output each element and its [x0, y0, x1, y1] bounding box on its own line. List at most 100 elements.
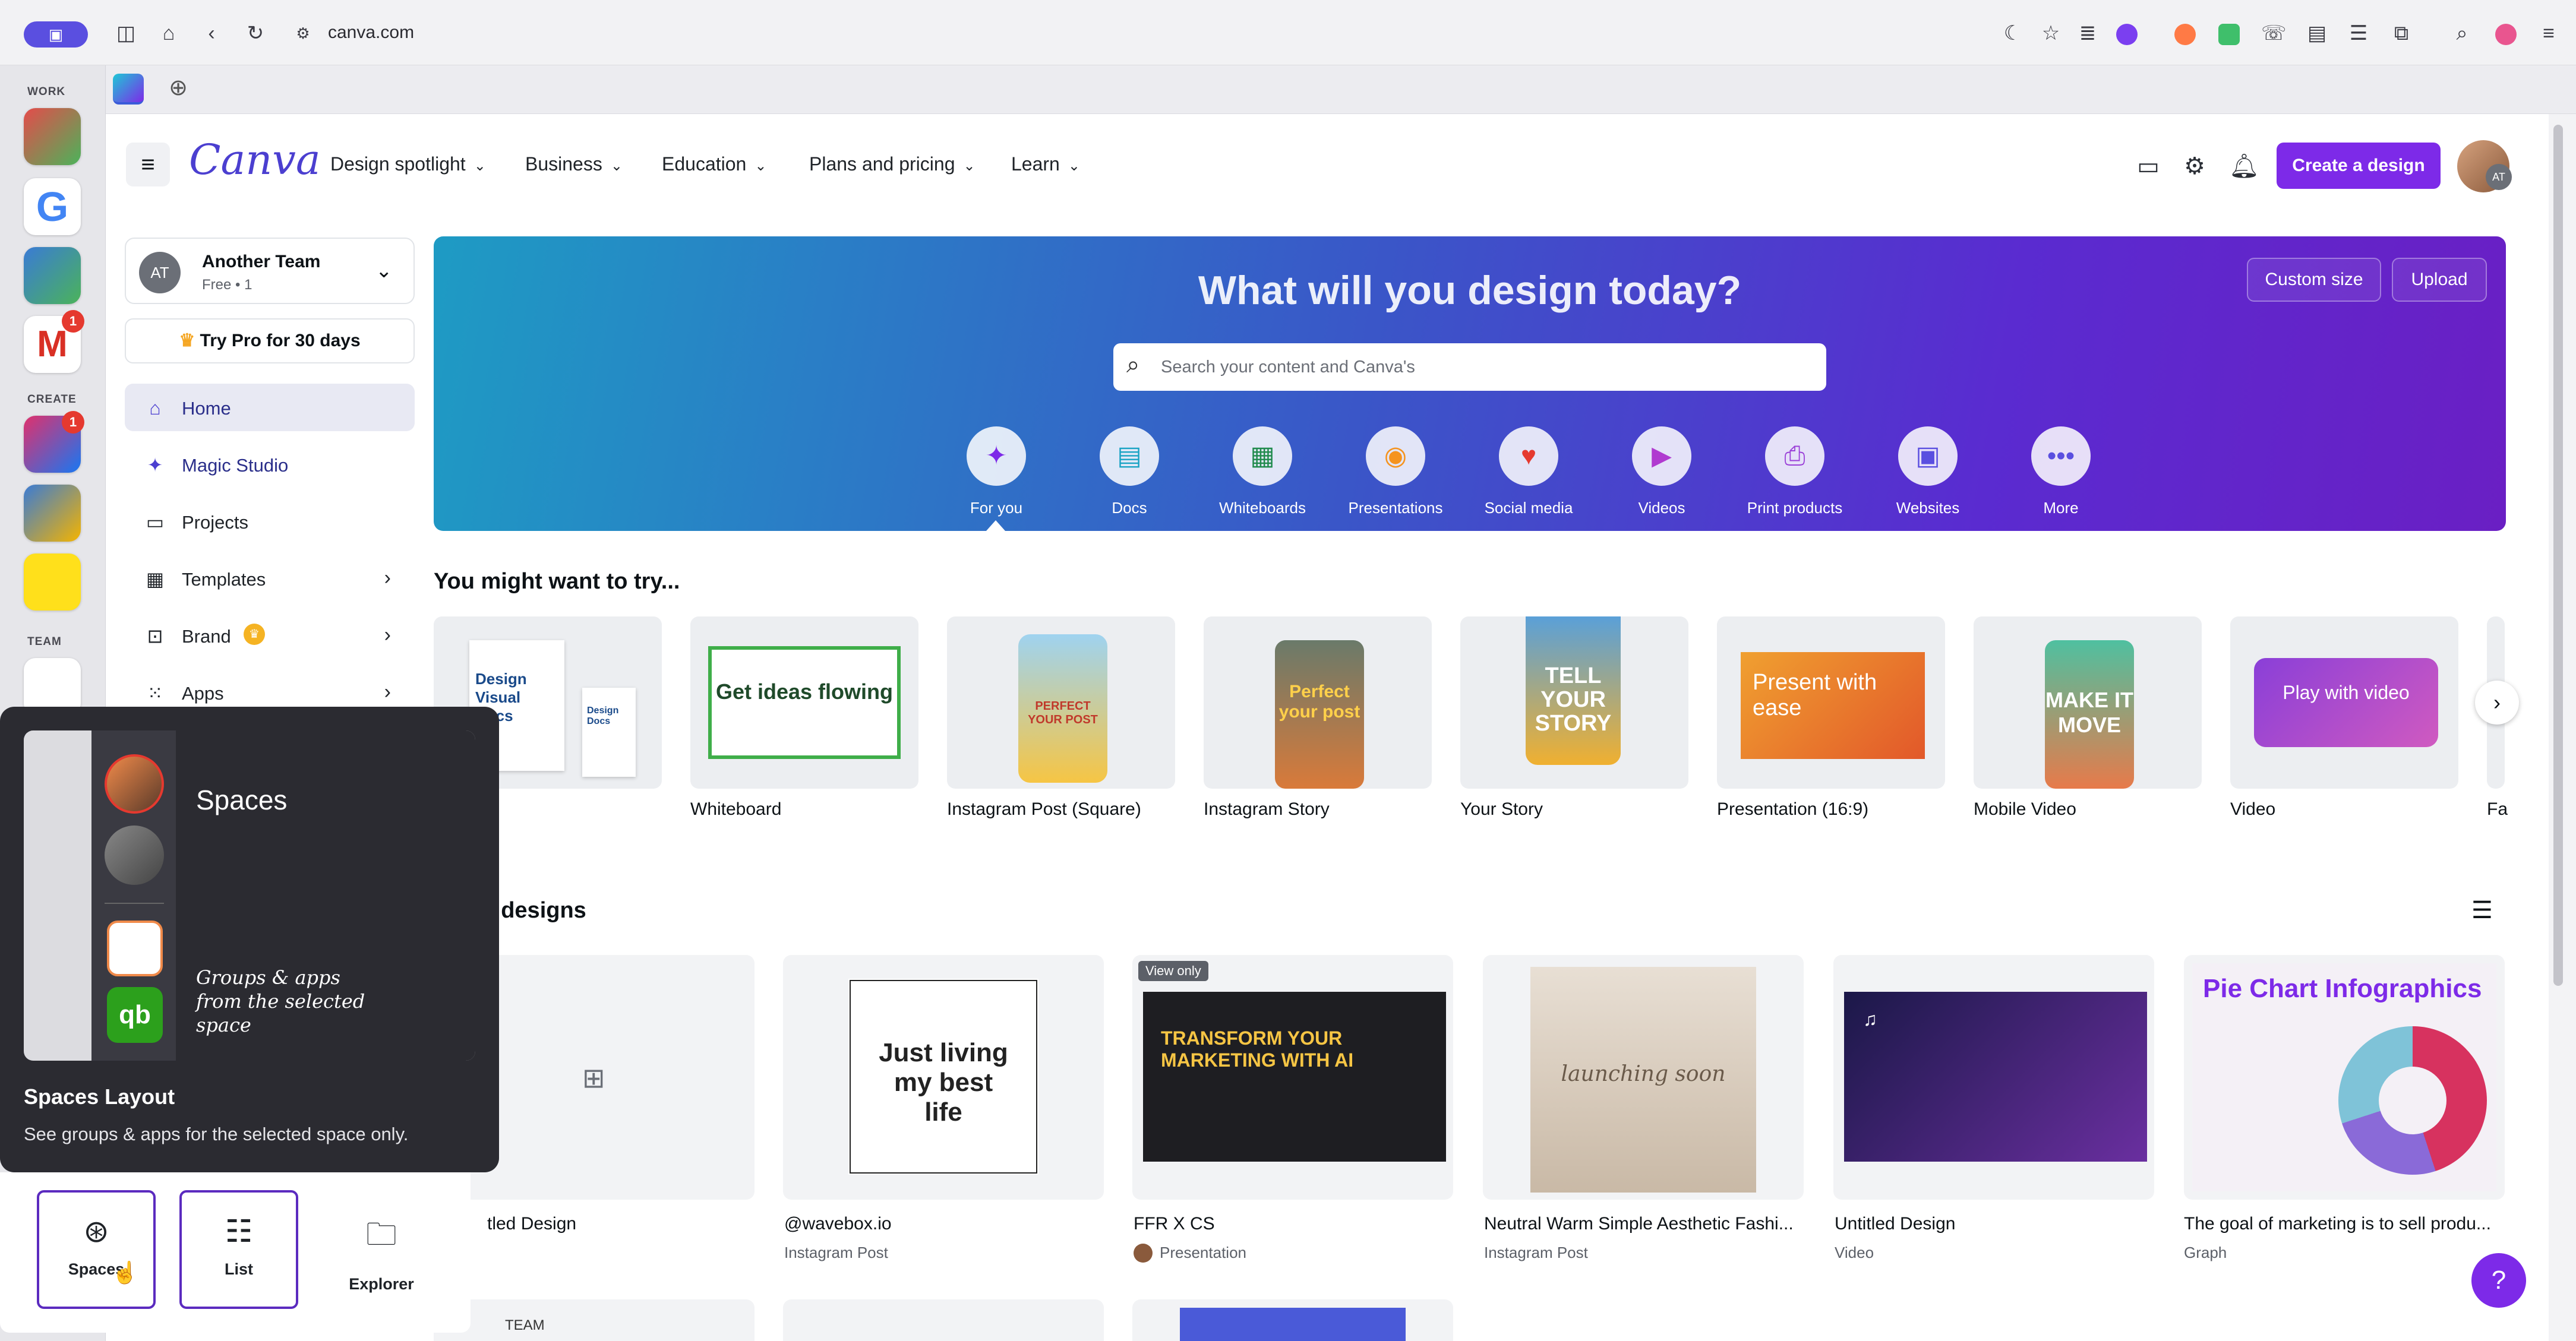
- try-pro-button[interactable]: ♛ Try Pro for 30 days: [125, 318, 415, 363]
- design-card-row2-c[interactable]: [1132, 1299, 1453, 1341]
- reader-extension-icon[interactable]: ▤: [2305, 21, 2329, 45]
- design-card-wavebox[interactable]: Just living my best life: [783, 955, 1104, 1200]
- try-label-instagram-post[interactable]: Instagram Post (Square): [947, 799, 1141, 820]
- try-card-instagram-post[interactable]: PERFECT YOUR POST: [947, 616, 1175, 789]
- custom-size-button[interactable]: Custom size: [2247, 258, 2381, 302]
- design-card-row2-b[interactable]: [783, 1299, 1104, 1341]
- design-title-wavebox[interactable]: @wavebox.io: [784, 1214, 892, 1234]
- music-note-icon: ♫: [1863, 1008, 1877, 1030]
- rail-app-mailchimp[interactable]: [24, 554, 81, 611]
- category-more[interactable]: ••• More: [2002, 426, 2120, 517]
- design-card-pie-chart[interactable]: Pie Chart Infographics: [2184, 955, 2505, 1200]
- design-title-untitled-1[interactable]: tled Design: [487, 1214, 576, 1234]
- sidebar-item-home[interactable]: ⌂ Home: [125, 384, 415, 431]
- sparkle-icon: ✦: [967, 426, 1026, 486]
- category-for-you[interactable]: ✦ For you: [937, 426, 1056, 517]
- phone-extension-icon[interactable]: ☏: [2261, 21, 2287, 45]
- site-settings-icon[interactable]: ⚙: [291, 21, 315, 45]
- try-card-your-story[interactable]: TELL YOUR STORY: [1460, 616, 1688, 789]
- hero-search-input[interactable]: ⌕ Search your content and Canva's: [1113, 343, 1826, 391]
- design-card-untitled-video[interactable]: ♫: [1833, 955, 2154, 1200]
- layout-option-spaces[interactable]: ⊛ Spaces: [37, 1190, 156, 1309]
- design-title-untitled-video[interactable]: Untitled Design: [1835, 1214, 1955, 1234]
- layout-option-explorer[interactable]: 🗀︎ Explorer: [322, 1190, 441, 1309]
- carousel-next-button[interactable]: ›: [2475, 681, 2519, 725]
- home-icon[interactable]: ⌂: [157, 21, 181, 45]
- rail-app-work-group[interactable]: [24, 108, 81, 165]
- design-title-ffr[interactable]: FFR X CS: [1134, 1214, 1215, 1234]
- sidebar-item-magic-studio[interactable]: ✦ Magic Studio: [125, 441, 415, 488]
- try-card-whiteboard[interactable]: Get ideas flowing: [690, 616, 918, 789]
- try-label-instagram-story[interactable]: Instagram Story: [1204, 799, 1330, 820]
- notifications-bell-icon[interactable]: 🔔︎: [2229, 152, 2259, 181]
- try-card-video[interactable]: Play with video: [2230, 616, 2458, 789]
- category-presentations[interactable]: ◉ Presentations: [1336, 426, 1455, 517]
- canva-logo[interactable]: Canva: [189, 135, 321, 184]
- scrollbar-thumb[interactable]: [2553, 125, 2563, 986]
- hamburger-menu-icon[interactable]: ≡: [126, 143, 170, 186]
- menu-icon[interactable]: ≡: [2537, 21, 2561, 45]
- url-bar[interactable]: canva.com: [328, 23, 414, 43]
- sidebar-item-projects[interactable]: ▭ Projects: [125, 498, 415, 545]
- rail-app-group-two[interactable]: [24, 247, 81, 304]
- chevron-down-icon: ⌄: [755, 158, 767, 174]
- design-card-row2-team[interactable]: TEAM: [434, 1299, 755, 1341]
- bookmark-star-icon[interactable]: ☆: [2039, 21, 2063, 45]
- layout-option-list[interactable]: ☷ List: [179, 1190, 298, 1309]
- design-card-neutral-warm[interactable]: launching soon: [1483, 955, 1804, 1200]
- settings-gear-icon[interactable]: ⚙: [2180, 152, 2209, 181]
- nav-plans-pricing[interactable]: Plans and pricing ⌄: [809, 153, 976, 175]
- sidebar-item-label: Brand: [182, 626, 231, 647]
- dark-mode-icon[interactable]: ☾: [2001, 21, 2025, 45]
- profile-icon[interactable]: [2495, 24, 2517, 45]
- preview-title: Spaces: [196, 785, 288, 815]
- owner-avatar: [1134, 1244, 1153, 1263]
- desktop-app-icon[interactable]: ▭: [2134, 152, 2163, 181]
- nav-learn[interactable]: Learn ⌄: [1011, 153, 1080, 175]
- try-card-mobile-video[interactable]: MAKE IT MOVE: [1974, 616, 2202, 789]
- sidebar-toggle-icon[interactable]: ◫: [114, 21, 138, 45]
- try-label-whiteboard[interactable]: Whiteboard: [690, 799, 781, 820]
- nav-design-spotlight[interactable]: Design spotlight ⌄: [330, 153, 486, 175]
- team-switcher[interactable]: AT Another Team Free • 1 ⌄: [125, 238, 415, 304]
- nav-education[interactable]: Education ⌄: [662, 153, 766, 175]
- try-card-presentation[interactable]: Present with ease: [1717, 616, 1945, 789]
- category-whiteboards[interactable]: ▦ Whiteboards: [1203, 426, 1322, 517]
- try-card-instagram-story[interactable]: Perfect your post: [1204, 616, 1432, 789]
- stack-extension-icon[interactable]: ☰: [2347, 21, 2370, 45]
- tab-stack-icon[interactable]: ≣: [2076, 21, 2100, 45]
- rail-app-design-group[interactable]: [24, 485, 81, 542]
- category-websites[interactable]: ▣ Websites: [1868, 426, 1987, 517]
- help-button[interactable]: ?: [2471, 1253, 2526, 1308]
- upload-button[interactable]: Upload: [2392, 258, 2487, 302]
- extension-purple-icon[interactable]: [2116, 24, 2138, 45]
- new-tab-icon[interactable]: ⊕: [165, 75, 191, 101]
- sidebar-item-brand[interactable]: ⊡ Brand ♛ ›: [125, 612, 415, 659]
- nav-business[interactable]: Business ⌄: [525, 153, 623, 175]
- list-view-icon[interactable]: ☰: [2471, 897, 2493, 924]
- back-icon[interactable]: ‹: [200, 21, 223, 45]
- design-title-pie-chart[interactable]: The goal of marketing is to sell produ..…: [2184, 1214, 2491, 1234]
- category-docs[interactable]: ▤ Docs: [1070, 426, 1189, 517]
- search-icon[interactable]: ⌕: [2450, 21, 2474, 45]
- reload-icon[interactable]: ↻: [244, 21, 267, 45]
- try-label-your-story[interactable]: Your Story: [1460, 799, 1543, 820]
- try-label-partial[interactable]: Fa: [2487, 799, 2508, 820]
- sidebar-item-label: Projects: [182, 512, 248, 533]
- sidebar-item-templates[interactable]: ▦ Templates ›: [125, 555, 415, 602]
- rail-app-google[interactable]: G: [24, 178, 81, 235]
- canva-tab[interactable]: [113, 74, 144, 105]
- k-extension-icon[interactable]: [2218, 24, 2240, 45]
- category-videos[interactable]: ▶ Videos: [1602, 426, 1721, 517]
- design-title-neutral-warm[interactable]: Neutral Warm Simple Aesthetic Fashi...: [1484, 1214, 1794, 1234]
- wavebox-menu-button[interactable]: ▣: [24, 21, 88, 48]
- category-social-media[interactable]: ♥ Social media: [1469, 426, 1588, 517]
- extensions-puzzle-icon[interactable]: ⧉: [2389, 21, 2413, 45]
- hubspot-extension-icon[interactable]: [2174, 24, 2196, 45]
- design-card-ffr[interactable]: TRANSFORM YOUR MARKETING WITH AI View on…: [1132, 955, 1453, 1200]
- try-label-video[interactable]: Video: [2230, 799, 2275, 820]
- category-print-products[interactable]: ⎙ Print products: [1735, 426, 1854, 517]
- try-label-presentation[interactable]: Presentation (16:9): [1717, 799, 1868, 820]
- create-design-button[interactable]: Create a design: [2277, 143, 2441, 189]
- try-label-mobile-video[interactable]: Mobile Video: [1974, 799, 2076, 820]
